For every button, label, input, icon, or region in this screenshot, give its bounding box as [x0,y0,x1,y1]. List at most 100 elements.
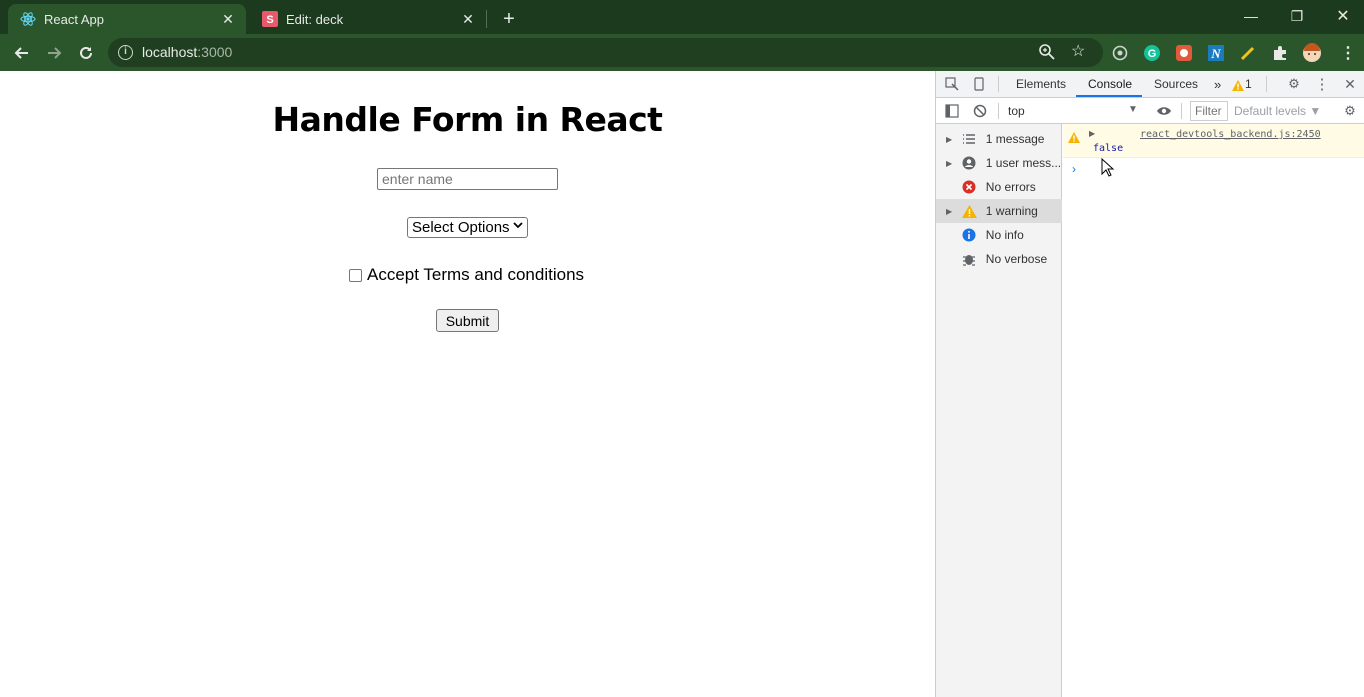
tab-react-app[interactable]: React App ✕ [8,4,246,34]
tab-sources[interactable]: Sources [1154,77,1198,91]
expand-arrow-icon[interactable]: ▶ [1089,129,1095,138]
select-value: Select Options [412,219,510,236]
tab-title: React App [44,11,104,27]
inspect-icon[interactable] [944,76,960,92]
tab-title: Edit: deck [286,11,344,27]
warning-icon [961,203,977,219]
name-input[interactable] [377,168,558,190]
clear-console-icon[interactable] [972,103,988,119]
log-levels-dropdown[interactable]: Default levels ▼ [1234,104,1321,118]
back-arrow-icon [14,47,28,59]
browser-toolbar: i localhost:3000 ☆ G N ⋮ [0,34,1364,71]
reload-button[interactable] [72,39,100,67]
options-select[interactable]: Select Options [407,217,528,238]
close-icon[interactable]: ✕ [216,7,240,31]
close-icon[interactable]: ✕ [1342,76,1358,92]
tab-divider [486,10,487,28]
forward-arrow-icon [48,47,62,59]
error-icon [962,179,977,195]
gear-icon[interactable]: ⚙ [1342,103,1358,119]
submit-button[interactable]: Submit [436,309,499,332]
sidebar-item-label: No info [985,228,1024,242]
divider [1266,76,1267,92]
mouse-cursor-icon [1101,158,1115,177]
eye-icon[interactable] [1156,103,1172,119]
svg-text:G: G [1148,48,1157,60]
url-text: localhost:3000 [142,44,233,60]
expand-arrow-icon[interactable]: ▶ [946,159,956,168]
close-window-button[interactable]: ✕ [1320,0,1364,32]
sidebar-item-errors[interactable]: No errors [936,175,1062,199]
kebab-menu-icon[interactable]: ⋮ [1314,76,1330,93]
extension-circle-icon[interactable] [1110,43,1130,63]
sidebar-item-label: No verbose [985,252,1048,266]
sidebar-item-verbose[interactable]: No verbose [936,247,1062,271]
svg-text:S: S [266,14,273,26]
puzzle-icon[interactable] [1270,43,1290,63]
svg-text:N: N [1210,46,1221,61]
more-tabs-icon[interactable]: » [1214,77,1221,92]
grammarly-icon[interactable]: G [1142,43,1162,63]
sidebar-item-label: No errors [985,180,1036,194]
device-toggle-icon[interactable] [971,76,987,92]
console-filter-bar: top ▼ Default levels ▼ ⚙ [936,98,1364,124]
new-tab-button[interactable]: + [496,6,522,32]
slides-icon: S [262,11,278,27]
forward-button[interactable] [40,39,68,67]
minimize-button[interactable]: — [1228,0,1274,32]
page-viewport: Handle Form in React Select Options Acce… [0,71,935,697]
info-icon [962,227,977,243]
source-link[interactable]: react_devtools_backend.js:2450 [1140,129,1321,140]
active-tab-indicator [1076,95,1142,97]
context-selector[interactable]: top [1008,104,1025,118]
pencil-icon[interactable] [1238,43,1258,63]
sidebar-item-label: 1 user mess... [985,156,1062,170]
expand-arrow-icon[interactable]: ▶ [946,135,956,144]
warning-icon [1068,130,1080,148]
tab-edit-deck[interactable]: S Edit: deck ✕ [250,4,486,34]
terms-label[interactable]: Accept Terms and conditions [367,265,584,285]
chevron-down-icon[interactable]: ▼ [1128,104,1138,115]
extension-red-icon[interactable] [1174,43,1194,63]
tab-console[interactable]: Console [1088,77,1132,91]
back-button[interactable] [8,39,36,67]
divider [1181,103,1182,119]
sidebar-item-label: 1 message [985,132,1045,146]
sidebar-item-user-messages[interactable]: ▶ 1 user mess... [936,151,1062,175]
devtools-tab-bar: Elements Console Sources » 1 ⚙ ⋮ ✕ [936,71,1364,98]
sidebar-item-info[interactable]: No info [936,223,1062,247]
terms-checkbox[interactable] [349,268,362,282]
page-title: Handle Form in React [272,100,663,139]
bookmark-star-icon[interactable]: ☆ [1071,41,1085,61]
extension-n-icon[interactable]: N [1206,43,1226,63]
expand-arrow-icon[interactable]: ▶ [946,207,956,216]
chevron-down-icon [513,220,523,233]
console-warning-message[interactable]: ▶ react_devtools_backend.js:2450 false [1063,124,1364,158]
divider [998,103,999,119]
avatar[interactable] [1302,43,1322,63]
gear-icon[interactable]: ⚙ [1286,76,1302,92]
warning-count: 1 [1245,77,1252,91]
zoom-icon[interactable] [1038,43,1056,61]
restore-button[interactable]: ❐ [1274,0,1320,32]
reload-icon [80,46,92,59]
sidebar-item-warnings[interactable]: ▶ 1 warning [936,199,1062,223]
kebab-menu-icon[interactable]: ⋮ [1338,43,1358,63]
info-icon[interactable]: i [118,45,133,60]
sidebar-item-messages[interactable]: ▶ 1 message [936,127,1062,151]
console-value: false [1093,143,1124,154]
user-icon [962,155,977,171]
sidebar-item-label: 1 warning [985,204,1038,218]
tab-elements[interactable]: Elements [1016,77,1066,91]
tab-strip: React App ✕ S Edit: deck ✕ + — ❐ ✕ [0,0,1364,34]
react-icon [20,11,36,27]
filter-input[interactable] [1190,101,1228,121]
warning-icon[interactable] [1230,77,1246,93]
sidebar-toggle-icon[interactable] [944,103,960,119]
address-bar[interactable]: i localhost:3000 ☆ [108,38,1103,67]
console-prompt[interactable]: › [1072,162,1076,176]
bug-icon [962,251,977,267]
close-icon[interactable]: ✕ [456,7,480,31]
list-icon [962,131,977,147]
devtools-panel: Elements Console Sources » 1 ⚙ ⋮ ✕ top ▼… [935,71,1364,697]
